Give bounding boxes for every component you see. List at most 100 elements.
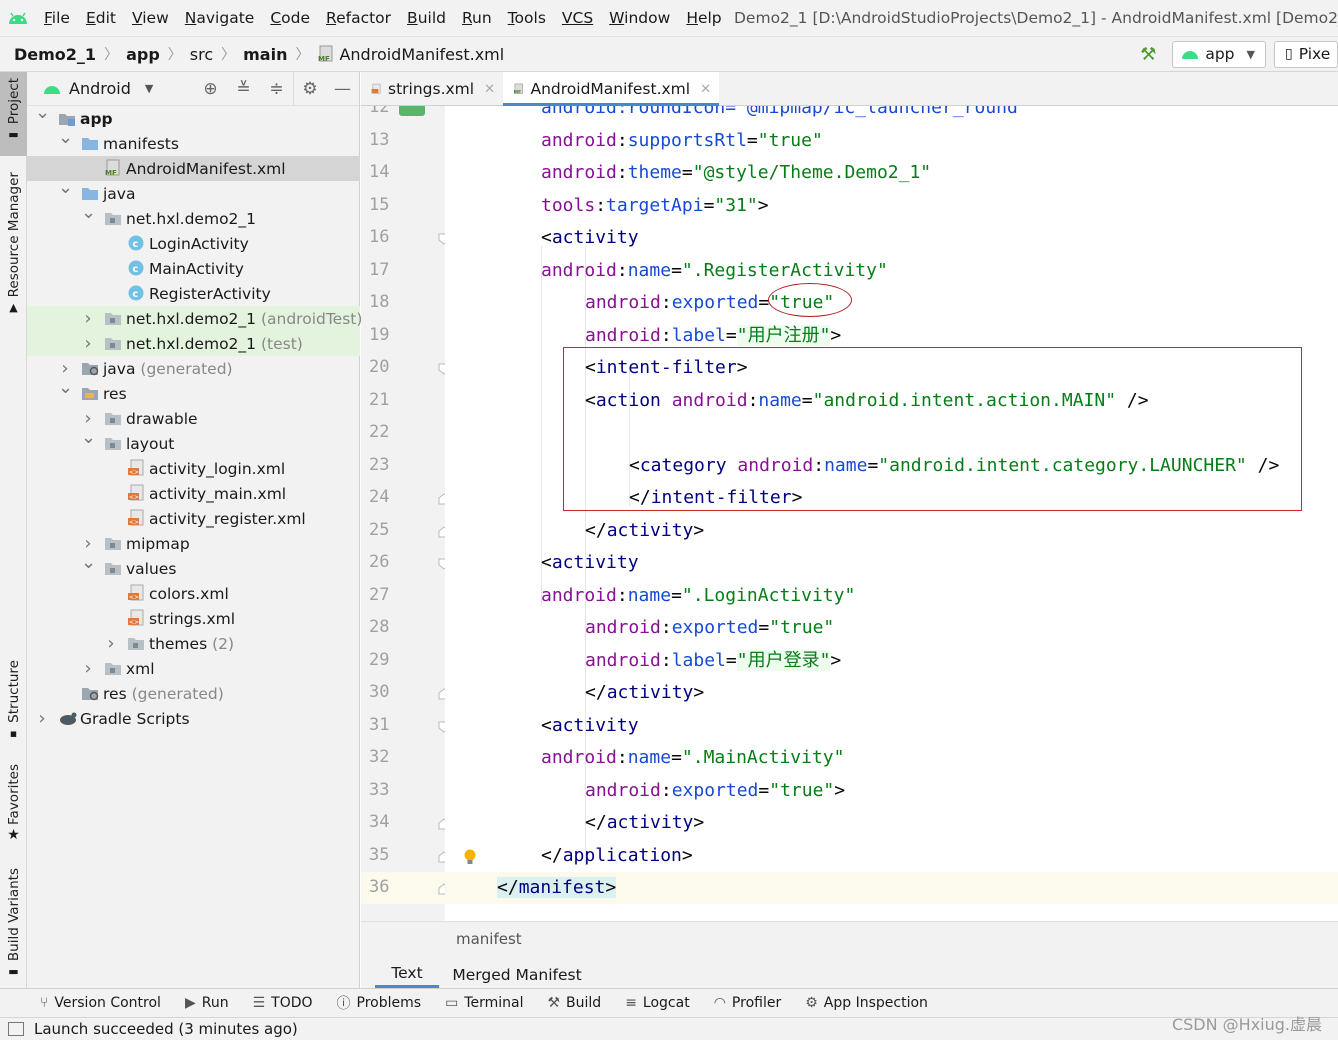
chevron-down-icon[interactable]: ⌄ [35,102,50,123]
tree-item[interactable]: ⌄ layout [27,427,360,456]
tree-item[interactable]: › mipmap [27,531,360,556]
tool-window-app-inspection[interactable]: ⚙ App Inspection [805,995,928,1011]
status-icon[interactable] [8,1022,24,1036]
tree-item[interactable]: c LoginActivity [27,231,360,256]
tool-window-logcat[interactable]: ≡ Logcat [625,995,690,1011]
fold-close-icon[interactable] [437,492,445,506]
menu-help[interactable]: Help [678,0,729,36]
tree-item[interactable]: <> activity_register.xml [27,506,360,531]
menu-build[interactable]: Build [399,0,454,36]
tree-item[interactable]: › java (generated) [27,356,360,381]
tab-strings-xml[interactable]: strings.xml ✕ [361,72,503,106]
fold-open-icon[interactable] [437,362,445,376]
menu-window[interactable]: Window [601,0,678,36]
fold-close-icon[interactable] [437,850,445,864]
stripe-tab-resource-manager[interactable]: Resource Manager ▲ [0,172,27,317]
chevron-down-icon[interactable]: ⌄ [58,177,73,198]
chevron-right-icon[interactable]: › [81,333,95,354]
menu-file[interactable]: File [36,0,78,36]
tool-window-todo[interactable]: ☰ TODO [253,995,313,1011]
tool-window-profiler[interactable]: ◠ Profiler [714,995,782,1011]
stripe-tab-favorites[interactable]: Favorites ★ [0,764,27,844]
menu-vcs[interactable]: VCS [554,0,601,36]
gear-icon[interactable]: ⚙ [293,72,326,106]
stripe-tab-build-variants[interactable]: Build Variants ▬ [0,868,27,978]
menu-navigate[interactable]: Navigate [177,0,263,36]
chevron-right-icon[interactable]: › [104,633,118,654]
close-icon[interactable]: ✕ [484,82,495,97]
tree-item[interactable]: › xml [27,656,360,681]
device-dropdown[interactable]: ▯ Pixe [1274,40,1338,68]
hide-minus-icon[interactable]: — [326,72,359,106]
fold-open-icon[interactable] [437,720,445,734]
menu-edit[interactable]: Edit [78,0,124,36]
breadcrumb-project[interactable]: Demo2_1 [14,45,96,64]
tree-item[interactable]: ⌄ app [27,102,360,131]
tree-item[interactable]: › Gradle Scripts [27,706,360,731]
tree-item[interactable]: ⌄ values [27,552,360,581]
fold-close-icon[interactable] [437,817,445,831]
tree-item[interactable]: <> strings.xml [27,606,360,631]
chevron-down-icon[interactable]: ⌄ [81,202,96,223]
tab-text[interactable]: Text [375,960,439,989]
tool-window-terminal[interactable]: ▭ Terminal [445,995,523,1011]
tab-merged-manifest[interactable]: Merged Manifest [447,960,587,989]
fold-close-icon[interactable] [437,525,445,539]
code-editor[interactable]: android:roundIcon="@mipmap/ic_launcher_r… [445,106,1338,921]
close-icon[interactable]: ✕ [700,82,711,97]
xml-breadcrumb[interactable]: manifest [456,930,522,948]
tab-android-manifest[interactable]: MF AndroidManifest.xml ✕ [503,72,719,107]
breadcrumb-main[interactable]: main [243,45,287,64]
tree-item[interactable]: <> activity_main.xml [27,481,360,506]
hammer-build-icon[interactable]: ⚒ [1140,44,1156,65]
project-view-selector[interactable]: Android [69,79,131,98]
lightbulb-icon[interactable] [463,848,477,866]
menu-code[interactable]: Code [262,0,318,36]
tree-item[interactable]: <> colors.xml [27,581,360,606]
fold-close-icon[interactable] [437,882,445,896]
tree-item[interactable]: c RegisterActivity [27,281,360,306]
chevron-right-icon[interactable]: › [81,308,95,329]
locate-target-icon[interactable]: ⊕ [194,72,227,106]
tree-item[interactable]: ⌄ java [27,177,360,206]
breadcrumb-src[interactable]: src [190,45,213,64]
breadcrumb-module[interactable]: app [126,45,160,64]
chevron-right-icon[interactable]: › [81,533,95,554]
tree-item[interactable]: › net.hxl.demo2_1 (androidTest) [27,306,362,331]
tree-item[interactable]: c MainActivity [27,256,360,281]
run-configuration-dropdown[interactable]: app ▼ [1172,40,1266,68]
chevron-down-icon[interactable]: ⌄ [81,427,96,448]
menu-refactor[interactable]: Refactor [318,0,399,36]
tree-item[interactable]: res (generated) [27,681,360,706]
breadcrumb-file[interactable]: MF AndroidManifest.xml [317,45,504,64]
fold-open-icon[interactable] [437,232,445,246]
expand-all-icon[interactable]: ≚ [227,72,260,106]
chevron-right-icon[interactable]: › [81,408,95,429]
chevron-down-icon[interactable]: ⌄ [81,552,96,573]
tree-item[interactable]: ⌄ net.hxl.demo2_1 [27,202,360,231]
tree-item[interactable]: ⌄ manifests [27,127,360,156]
fold-open-icon[interactable] [437,557,445,571]
tree-item[interactable]: › themes (2) [27,631,360,656]
stripe-tab-project[interactable]: Project ▬ [0,72,27,156]
tool-window-run[interactable]: ▶ Run [185,995,229,1011]
tool-window-build[interactable]: ⚒ Build [547,995,601,1011]
chevron-down-icon[interactable]: ⌄ [58,377,73,398]
chevron-down-icon[interactable]: ⌄ [58,127,73,148]
chevron-right-icon[interactable]: › [81,658,95,679]
menu-tools[interactable]: Tools [500,0,554,36]
tree-item[interactable]: › drawable [27,406,360,431]
fold-close-icon[interactable] [437,687,445,701]
android-run-gutter-icon[interactable] [399,106,425,116]
tree-item[interactable]: › net.hxl.demo2_1 (test) [27,331,360,356]
stripe-tab-structure[interactable]: Structure ▪ [0,660,27,740]
chevron-down-icon[interactable]: ▼ [145,82,153,95]
tree-item[interactable]: ⌄ res [27,377,360,406]
tree-item[interactable]: <> activity_login.xml [27,456,360,481]
collapse-all-icon[interactable]: ≑ [260,72,293,106]
tool-window-problems[interactable]: ⓘ Problems [337,993,422,1013]
chevron-right-icon[interactable]: › [58,358,72,379]
status-message[interactable]: Launch succeeded (3 minutes ago) [34,1020,298,1038]
chevron-right-icon[interactable]: › [35,708,49,729]
menu-run[interactable]: Run [454,0,500,36]
